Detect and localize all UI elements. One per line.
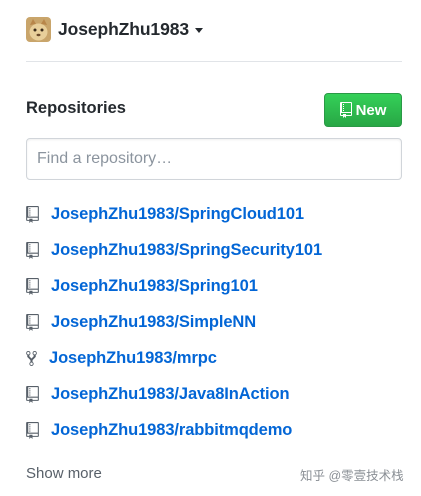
repo-icon: [339, 102, 352, 118]
repo-link[interactable]: JosephZhu1983/SpringCloud101: [51, 205, 304, 224]
repo-forked-icon: [26, 350, 44, 367]
repo-link[interactable]: JosephZhu1983/SpringSecurity101: [51, 241, 322, 260]
repo-link[interactable]: JosephZhu1983/Spring101: [51, 277, 258, 296]
show-more-link[interactable]: Show more: [26, 465, 102, 482]
new-button-label: New: [355, 101, 387, 119]
repo-link[interactable]: JosephZhu1983/SimpleNN: [51, 313, 256, 332]
find-repository-input[interactable]: [26, 138, 402, 180]
list-item: JosephZhu1983/SpringSecurity101: [26, 232, 406, 268]
divider: [26, 61, 402, 62]
list-item: JosephZhu1983/rabbitmqdemo: [26, 412, 406, 448]
repo-icon: [26, 241, 46, 259]
list-item: JosephZhu1983/mrpc: [26, 340, 406, 376]
repo-icon: [26, 205, 46, 223]
repo-link[interactable]: JosephZhu1983/Java8InAction: [51, 385, 290, 404]
repo-link[interactable]: JosephZhu1983/mrpc: [49, 349, 217, 368]
repo-icon: [26, 385, 46, 403]
list-item: JosephZhu1983/Spring101: [26, 268, 406, 304]
repo-icon: [26, 313, 46, 331]
repo-icon: [26, 421, 46, 439]
repositories-heading: Repositories: [26, 99, 126, 117]
account-switcher[interactable]: JosephZhu1983: [26, 15, 203, 43]
repo-link[interactable]: JosephZhu1983/rabbitmqdemo: [51, 421, 292, 440]
user-avatar: [26, 16, 51, 42]
repository-list: JosephZhu1983/SpringCloud101 JosephZhu19…: [26, 196, 406, 448]
list-item: JosephZhu1983/SpringCloud101: [26, 196, 406, 232]
repo-icon: [26, 277, 46, 295]
watermark: 知乎 @零壹技术栈: [300, 469, 404, 483]
account-name: JosephZhu1983: [58, 18, 189, 39]
caret-down-icon: [194, 27, 203, 33]
new-repository-button[interactable]: New: [324, 93, 402, 127]
list-item: JosephZhu1983/Java8InAction: [26, 376, 406, 412]
list-item: JosephZhu1983/SimpleNN: [26, 304, 406, 340]
